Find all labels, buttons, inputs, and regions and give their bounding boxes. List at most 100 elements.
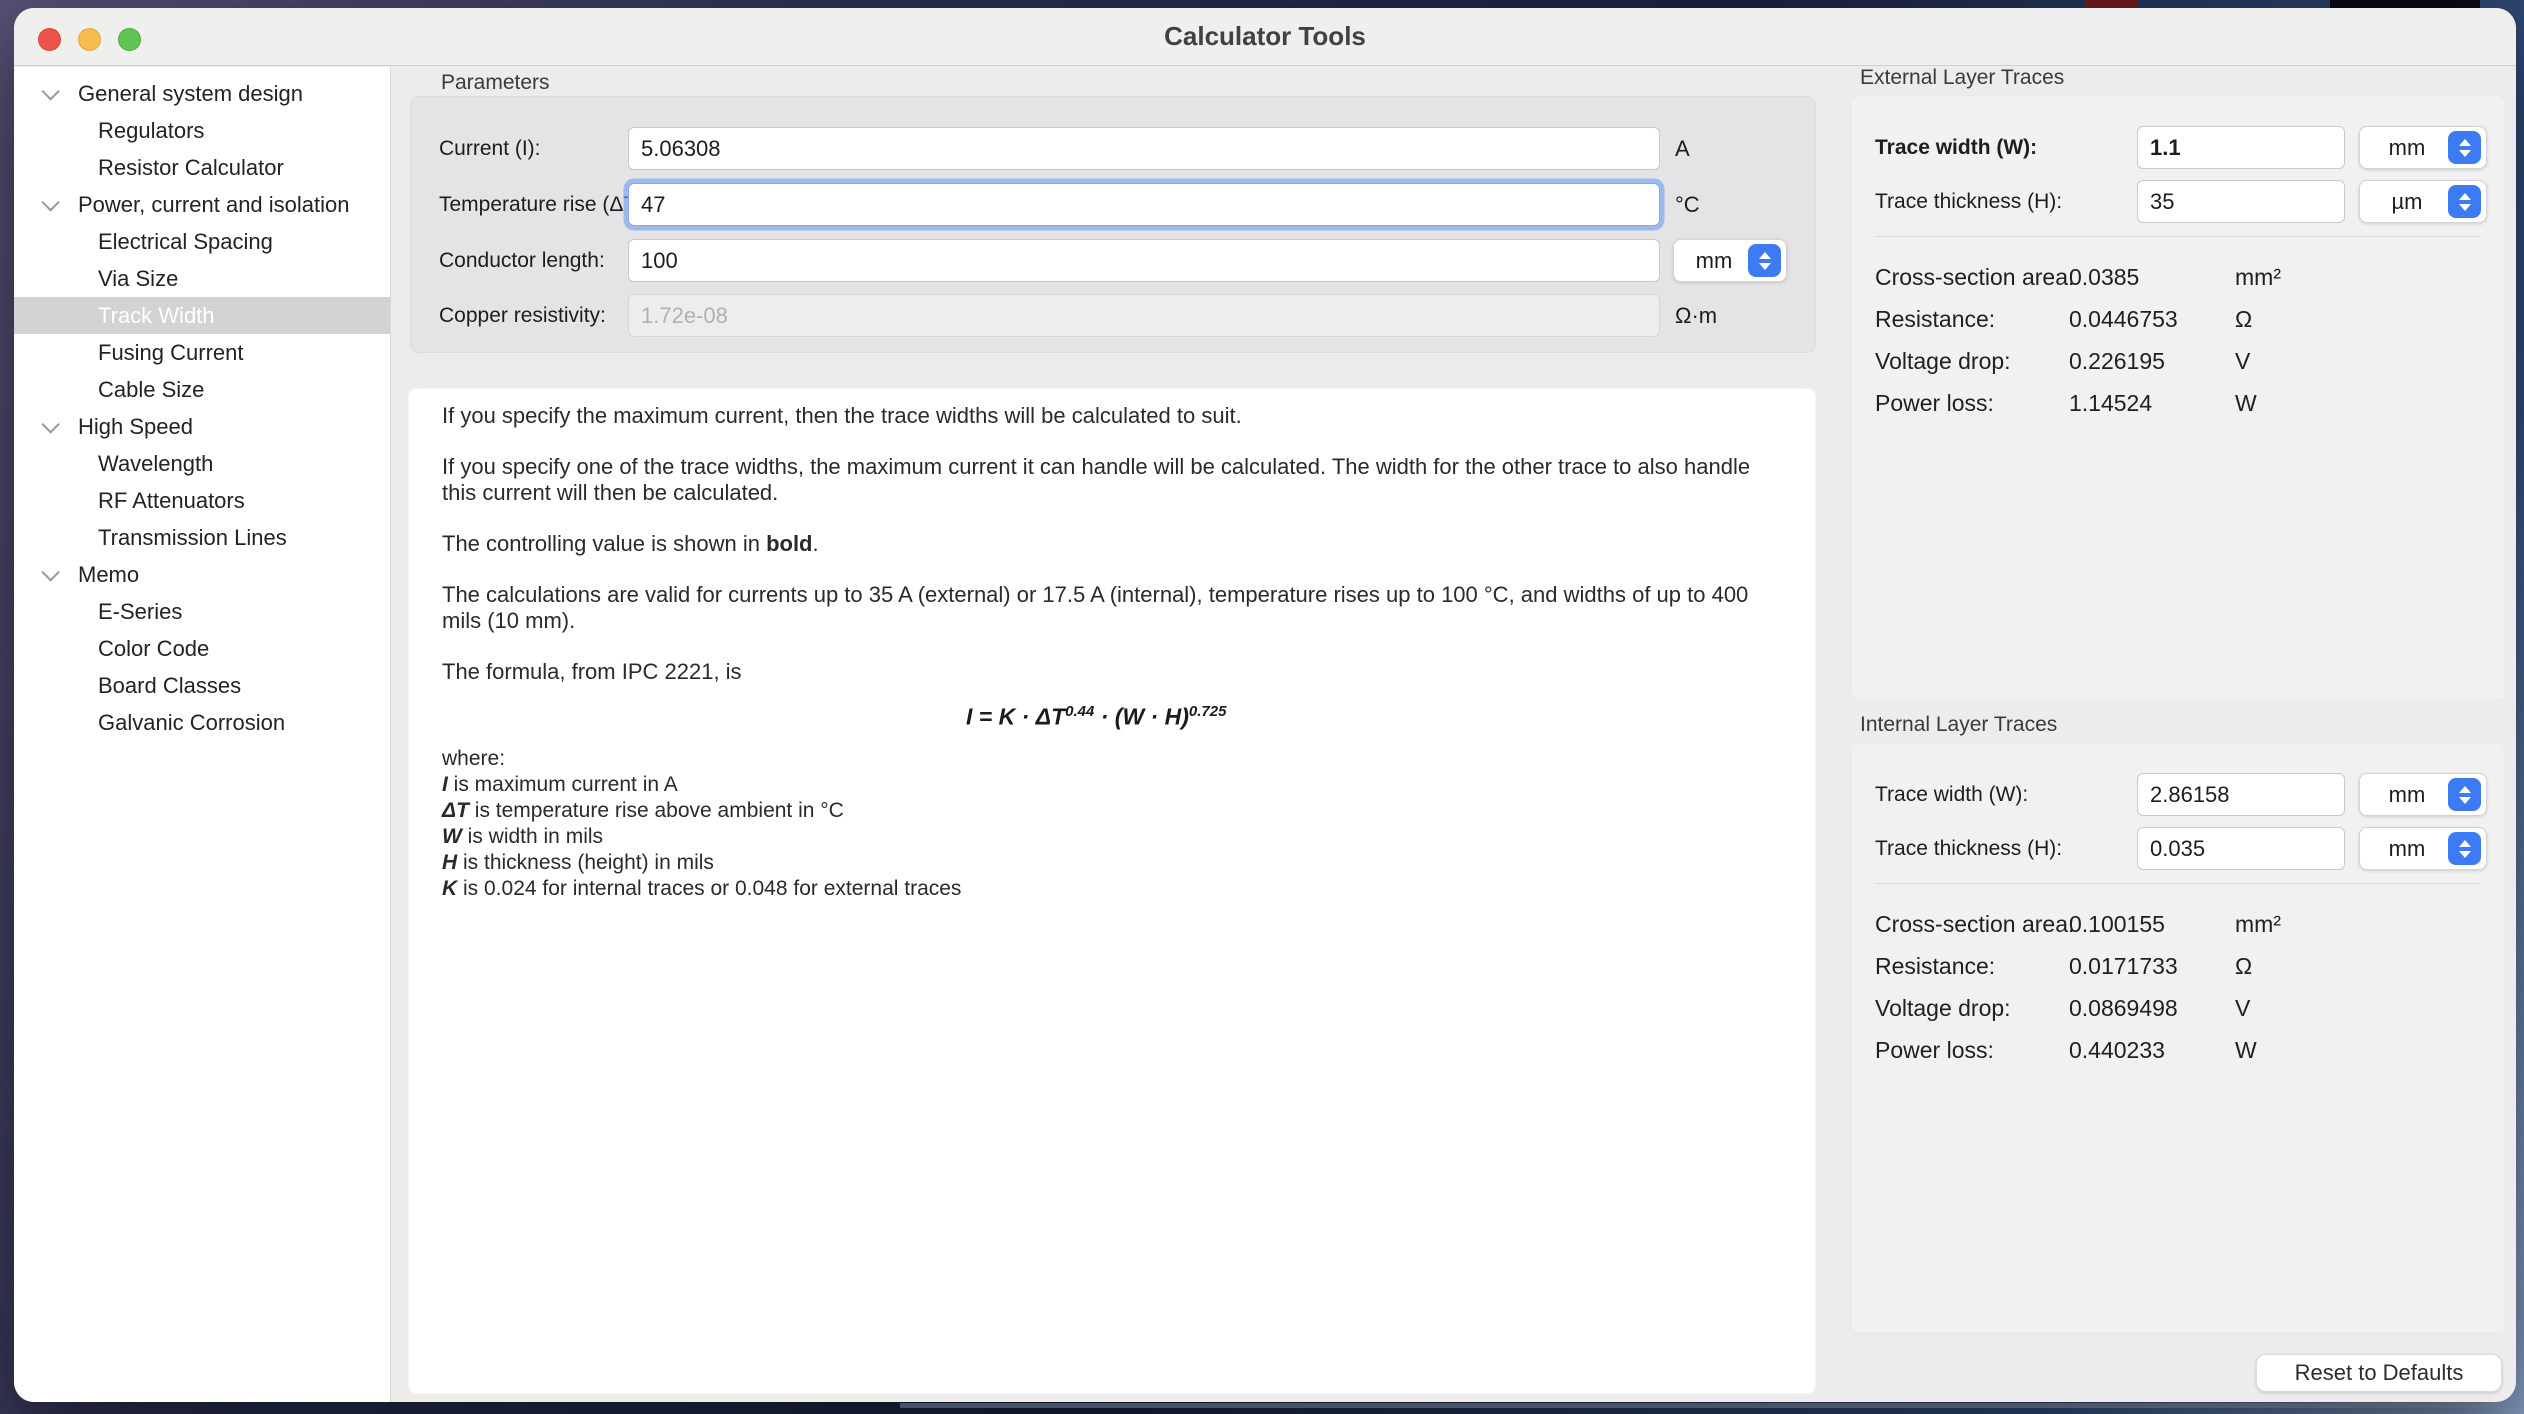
sidebar-item-label: Transmission Lines	[98, 525, 287, 551]
sidebar-item-label: Cable Size	[98, 377, 204, 403]
chevron-down-icon[interactable]	[42, 87, 78, 100]
sidebar-item-e-series[interactable]: E-Series	[14, 593, 390, 630]
close-window-button[interactable]	[38, 28, 61, 51]
int-result-row: Power loss:0.440233W	[1851, 1037, 2505, 1067]
sidebar-item-label: High Speed	[78, 414, 193, 440]
int-trace-width-label: Trace width (W):	[1875, 773, 2028, 816]
external-traces-group-label: External Layer Traces	[1860, 66, 2064, 90]
window-controls	[38, 28, 141, 51]
sidebar-item-label: Wavelength	[98, 451, 213, 477]
int-trace-width-input[interactable]	[2137, 773, 2345, 816]
sidebar-item-high-speed[interactable]: High Speed	[14, 408, 390, 445]
sidebar-item-galvanic-corrosion[interactable]: Galvanic Corrosion	[14, 704, 390, 741]
sidebar-list: General system design Regulators Resistor …	[14, 75, 390, 741]
ext-result-row: Voltage drop:0.226195V	[1851, 348, 2505, 378]
current-input[interactable]	[628, 127, 1660, 170]
chevron-down-icon[interactable]	[42, 420, 78, 433]
sidebar-item-label: Resistor Calculator	[98, 155, 284, 181]
calculator-tree-sidebar: General system design Regulators Resistor …	[14, 67, 391, 1402]
desktop-background: { "window": { "title": "Calculator Tools…	[0, 0, 2524, 1414]
copper-resistivity-unit: Ω·m	[1675, 294, 1717, 337]
parameters-group-label: Parameters	[441, 71, 550, 95]
ext-trace-width-label: Trace width (W):	[1875, 126, 2037, 169]
temperature-rise-label: Temperature rise (ΔT):	[439, 183, 649, 226]
help-paragraph: If you specify one of the trace widths, …	[442, 454, 1772, 506]
internal-traces-panel: Trace width (W): mm Trace thickness (H):…	[1850, 742, 2506, 1334]
int-trace-thickness-unit-dropdown[interactable]: mm	[2359, 827, 2487, 870]
ext-trace-width-unit-dropdown[interactable]: mm	[2359, 126, 2487, 169]
ext-result-row: Resistance:0.0446753Ω	[1851, 306, 2505, 336]
current-unit: A	[1675, 127, 1690, 170]
sidebar-item-label: Via Size	[98, 266, 178, 292]
sidebar-item-label: Track Width	[98, 303, 215, 329]
sidebar-item-board-classes[interactable]: Board Classes	[14, 667, 390, 704]
desktop-accent	[900, 1403, 2524, 1408]
ext-trace-thickness-input[interactable]	[2137, 180, 2345, 223]
sidebar-item-label: Board Classes	[98, 673, 241, 699]
dropdown-stepper-icon	[2448, 778, 2481, 811]
external-traces-panel: Trace width (W): mm Trace thickness (H):…	[1850, 95, 2506, 701]
sidebar-item-wavelength[interactable]: Wavelength	[14, 445, 390, 482]
ext-trace-thickness-unit-dropdown[interactable]: µm	[2359, 180, 2487, 223]
ext-result-row: Cross-section area:0.0385mm²	[1851, 264, 2505, 294]
dropdown-stepper-icon	[2448, 832, 2481, 865]
sidebar-item-track-width[interactable]: Track Width	[14, 297, 390, 334]
divider	[1875, 236, 2481, 237]
sidebar-item-label: Regulators	[98, 118, 204, 144]
int-trace-thickness-label: Trace thickness (H):	[1875, 827, 2062, 870]
ext-result-row: Power loss:1.14524W	[1851, 390, 2505, 420]
calculator-tools-window: Calculator Tools General system design Re…	[14, 8, 2516, 1402]
sidebar-item-electrical-spacing[interactable]: Electrical Spacing	[14, 223, 390, 260]
formula-legend: where: I is maximum current in A ΔT is t…	[442, 746, 1772, 902]
current-label: Current (I):	[439, 127, 541, 170]
copper-resistivity-input	[628, 294, 1660, 337]
sidebar-item-fusing-current[interactable]: Fusing Current	[14, 334, 390, 371]
chevron-down-icon[interactable]	[42, 568, 78, 581]
sidebar-item-color-code[interactable]: Color Code	[14, 630, 390, 667]
title-bar[interactable]: Calculator Tools	[14, 8, 2516, 66]
sidebar-item-general-system-design[interactable]: General system design	[14, 75, 390, 112]
sidebar-item-label: General system design	[78, 81, 303, 107]
sidebar-item-label: Galvanic Corrosion	[98, 710, 285, 736]
sidebar-item-label: Color Code	[98, 636, 209, 662]
dropdown-stepper-icon	[2448, 131, 2481, 164]
dropdown-stepper-icon	[2448, 185, 2481, 218]
sidebar-item-label: Fusing Current	[98, 340, 244, 366]
int-result-row: Cross-section area:0.100155mm²	[1851, 911, 2505, 941]
sidebar-item-label: Memo	[78, 562, 139, 588]
sidebar-item-via-size[interactable]: Via Size	[14, 260, 390, 297]
ext-trace-width-input[interactable]	[2137, 126, 2345, 169]
ext-trace-thickness-label: Trace thickness (H):	[1875, 180, 2062, 223]
zoom-window-button[interactable]	[118, 28, 141, 51]
sidebar-item-label: RF Attenuators	[98, 488, 245, 514]
int-trace-width-unit-dropdown[interactable]: mm	[2359, 773, 2487, 816]
sidebar-item-memo[interactable]: Memo	[14, 556, 390, 593]
sidebar-item-cable-size[interactable]: Cable Size	[14, 371, 390, 408]
window-title: Calculator Tools	[1164, 21, 1366, 52]
help-paragraph: The controlling value is shown in bold.	[442, 531, 1772, 557]
temperature-rise-input[interactable]	[628, 183, 1660, 226]
sidebar-item-rf-attenuators[interactable]: RF Attenuators	[14, 482, 390, 519]
parameters-panel: Current (I): A Temperature rise (ΔT): °C…	[410, 96, 1816, 353]
internal-traces-group-label: Internal Layer Traces	[1860, 713, 2057, 737]
divider	[1875, 883, 2481, 884]
sidebar-item-resistor-calculator[interactable]: Resistor Calculator	[14, 149, 390, 186]
conductor-length-unit-dropdown[interactable]: mm	[1673, 239, 1787, 282]
conductor-length-label: Conductor length:	[439, 239, 605, 282]
sidebar-item-power-current-and-isolation[interactable]: Power, current and isolation	[14, 186, 390, 223]
int-result-row: Resistance:0.0171733Ω	[1851, 953, 2505, 983]
conductor-length-input[interactable]	[628, 239, 1660, 282]
reset-to-defaults-button[interactable]: Reset to Defaults	[2256, 1354, 2502, 1392]
help-paragraph: The calculations are valid for currents …	[442, 582, 1772, 634]
sidebar-item-label: E-Series	[98, 599, 182, 625]
sidebar-item-label: Power, current and isolation	[78, 192, 350, 218]
help-text-panel: If you specify the maximum current, then…	[408, 388, 1816, 1394]
int-trace-thickness-input[interactable]	[2137, 827, 2345, 870]
help-paragraph: The formula, from IPC 2221, is	[442, 659, 1772, 685]
chevron-down-icon[interactable]	[42, 198, 78, 211]
int-result-row: Voltage drop:0.0869498V	[1851, 995, 2505, 1025]
minimize-window-button[interactable]	[78, 28, 101, 51]
copper-resistivity-label: Copper resistivity:	[439, 294, 606, 337]
sidebar-item-transmission-lines[interactable]: Transmission Lines	[14, 519, 390, 556]
sidebar-item-regulators[interactable]: Regulators	[14, 112, 390, 149]
